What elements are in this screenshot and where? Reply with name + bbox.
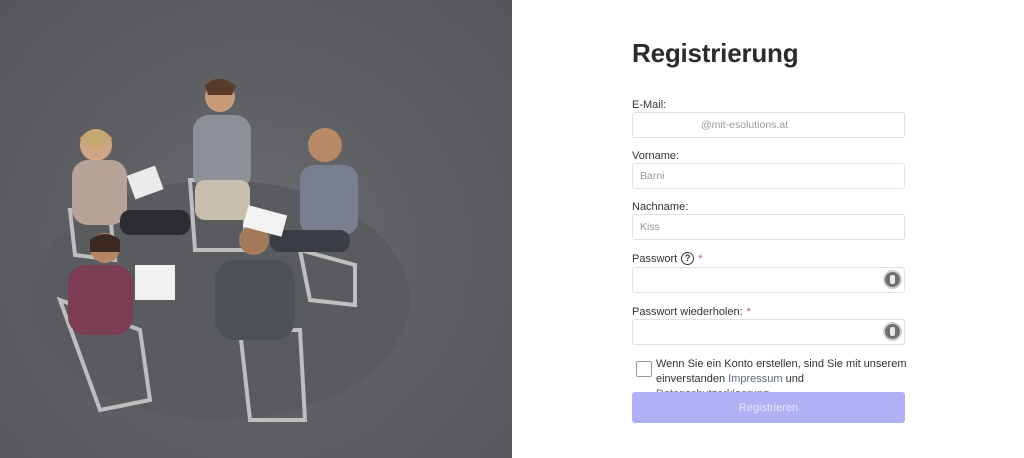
terms-checkbox[interactable] <box>636 361 652 377</box>
password-repeat-label-text: Passwort wiederholen: <box>632 306 743 318</box>
lastname-field[interactable] <box>632 214 905 240</box>
register-button[interactable]: Registrieren <box>632 392 905 423</box>
lastname-label: Nachname: <box>632 201 688 213</box>
people-illustration <box>30 78 410 422</box>
password-manager-icon[interactable] <box>883 322 902 341</box>
password-repeat-input-wrapper <box>632 319 905 345</box>
firstname-label: Vorname: <box>632 150 679 162</box>
firstname-field[interactable] <box>632 163 905 189</box>
required-mark: * <box>698 252 703 265</box>
password-field[interactable] <box>632 267 905 293</box>
terms-text-and: und <box>785 373 804 385</box>
required-mark: * <box>746 306 751 318</box>
password-input-wrapper <box>632 267 905 293</box>
password-repeat-label: Passwort wiederholen: * <box>632 306 751 318</box>
password-label: Passwort ? * <box>632 252 703 265</box>
firstname-label-text: Vorname: <box>632 150 680 162</box>
email-field[interactable] <box>632 112 905 138</box>
password-manager-icon[interactable] <box>883 270 902 289</box>
password-repeat-field[interactable] <box>632 319 905 345</box>
email-label: E-Mail: <box>632 99 666 111</box>
page-title: Registrierung <box>632 38 799 68</box>
lastname-label-text: Nachname: <box>632 201 689 213</box>
password-label-text: Passwort <box>632 252 678 265</box>
team-meeting-photo <box>0 0 512 458</box>
impressum-link[interactable]: Impressum <box>728 373 782 385</box>
question-circle-icon[interactable]: ? <box>681 252 695 265</box>
email-label-text: E-Mail: <box>632 99 667 111</box>
